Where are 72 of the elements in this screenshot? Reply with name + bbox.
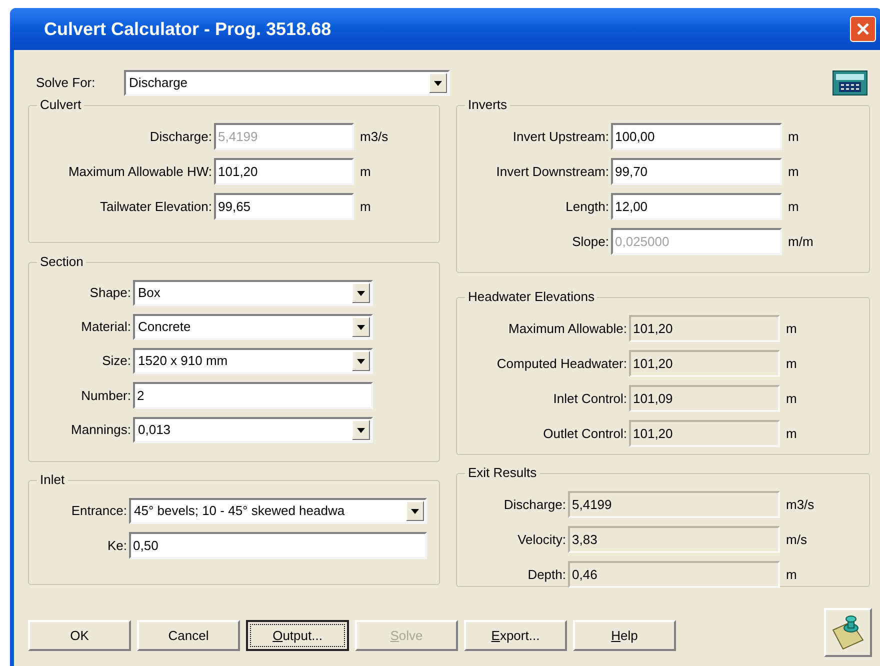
readout-field: 101,20 (629, 315, 780, 342)
field-label: Maximum Allowable: (508, 320, 628, 338)
input-field[interactable]: 101,20 (214, 158, 354, 185)
readout-field: 101,20 (629, 350, 780, 377)
unit-label: m3/s (786, 496, 814, 514)
field-label: Invert Upstream: (512, 128, 610, 146)
dropdown-arrow-icon (357, 290, 365, 296)
field-label: Outlet Control: (542, 424, 628, 443)
unit-label: m (360, 198, 371, 216)
unit-label: m (788, 128, 799, 146)
field-label: Entrance: (70, 502, 128, 520)
dialog-button[interactable]: Output... (246, 620, 349, 651)
field-label: Inlet Control: (552, 390, 628, 408)
input-field[interactable]: 0,50 (129, 532, 427, 559)
input-field[interactable]: 99,65 (214, 193, 354, 220)
dropdown-arrow-icon (411, 508, 419, 514)
readout-field: 5,4199 (568, 491, 780, 518)
dropdown[interactable]: 1520 x 910 mm (133, 348, 373, 374)
input-field[interactable]: 2 (133, 382, 373, 409)
unit-label: m3/s (360, 128, 388, 146)
unit-label: m (786, 566, 797, 584)
field-label: Number: (80, 386, 132, 405)
field-label: Material: (80, 318, 132, 336)
readout-field: 101,09 (629, 385, 780, 412)
field-label: Computed Headwater: (496, 354, 628, 373)
field-label: Solve For: (35, 74, 96, 92)
dropdown[interactable]: 0,013 (133, 417, 373, 443)
input-field[interactable]: 100,00 (611, 123, 782, 150)
field-label: Tailwater Elevation: (99, 198, 213, 216)
field-label: Slope: (571, 232, 610, 251)
unit-label: m (360, 162, 371, 181)
dropdown[interactable]: Discharge (124, 70, 450, 96)
unit-label: m (786, 390, 797, 408)
pin-note-button[interactable] (824, 608, 872, 657)
dropdown[interactable]: Box (133, 280, 373, 306)
calculator-icon[interactable] (832, 70, 868, 96)
field-label: Discharge: (148, 128, 213, 146)
field-label: Shape: (88, 284, 132, 302)
field-label: Size: (101, 352, 132, 370)
dropdown-arrow-icon (434, 80, 442, 86)
field-label: Discharge: (502, 496, 567, 514)
readout-field: 0,46 (568, 561, 780, 588)
close-icon (856, 22, 870, 36)
dropdown-arrow-icon (357, 324, 365, 330)
unit-label: m/m (788, 232, 814, 251)
dropdown-arrow-icon (357, 428, 365, 432)
window-title: Culvert Calculator - Prog. 3518.68 (44, 18, 332, 41)
field-label: Depth: (526, 566, 567, 584)
input-field[interactable]: 12,00 (611, 193, 782, 220)
dropdown-arrow-icon (357, 358, 365, 364)
unit-label: m/s (786, 530, 807, 549)
dialog-button[interactable]: Help (573, 620, 676, 651)
field-label: Mannings: (70, 421, 132, 440)
field-label: Length: (564, 198, 610, 216)
unit-label: m (786, 354, 797, 373)
dialog-button[interactable]: Export... (464, 620, 567, 651)
dialog-button[interactable]: Cancel (137, 620, 240, 651)
unit-label: m (788, 198, 799, 216)
dialog-button[interactable]: OK (28, 620, 131, 651)
unit-label: m (788, 162, 799, 181)
dropdown[interactable]: Concrete (133, 314, 373, 340)
dropdown[interactable]: 45° bevels; 10 - 45° skewed headwa (129, 498, 427, 524)
field-label: Ke: (106, 536, 128, 555)
close-button[interactable] (850, 16, 876, 42)
field-label: Maximum Allowable HW: (67, 162, 213, 181)
readout-field: 3,83 (568, 526, 780, 553)
readout-field: 101,20 (629, 420, 780, 447)
field-label: Invert Downstream: (495, 162, 610, 181)
input-field[interactable]: 99,70 (611, 158, 782, 185)
field-label: Velocity: (516, 530, 567, 549)
unit-label: m (786, 424, 797, 443)
unit-label: m (786, 320, 797, 338)
